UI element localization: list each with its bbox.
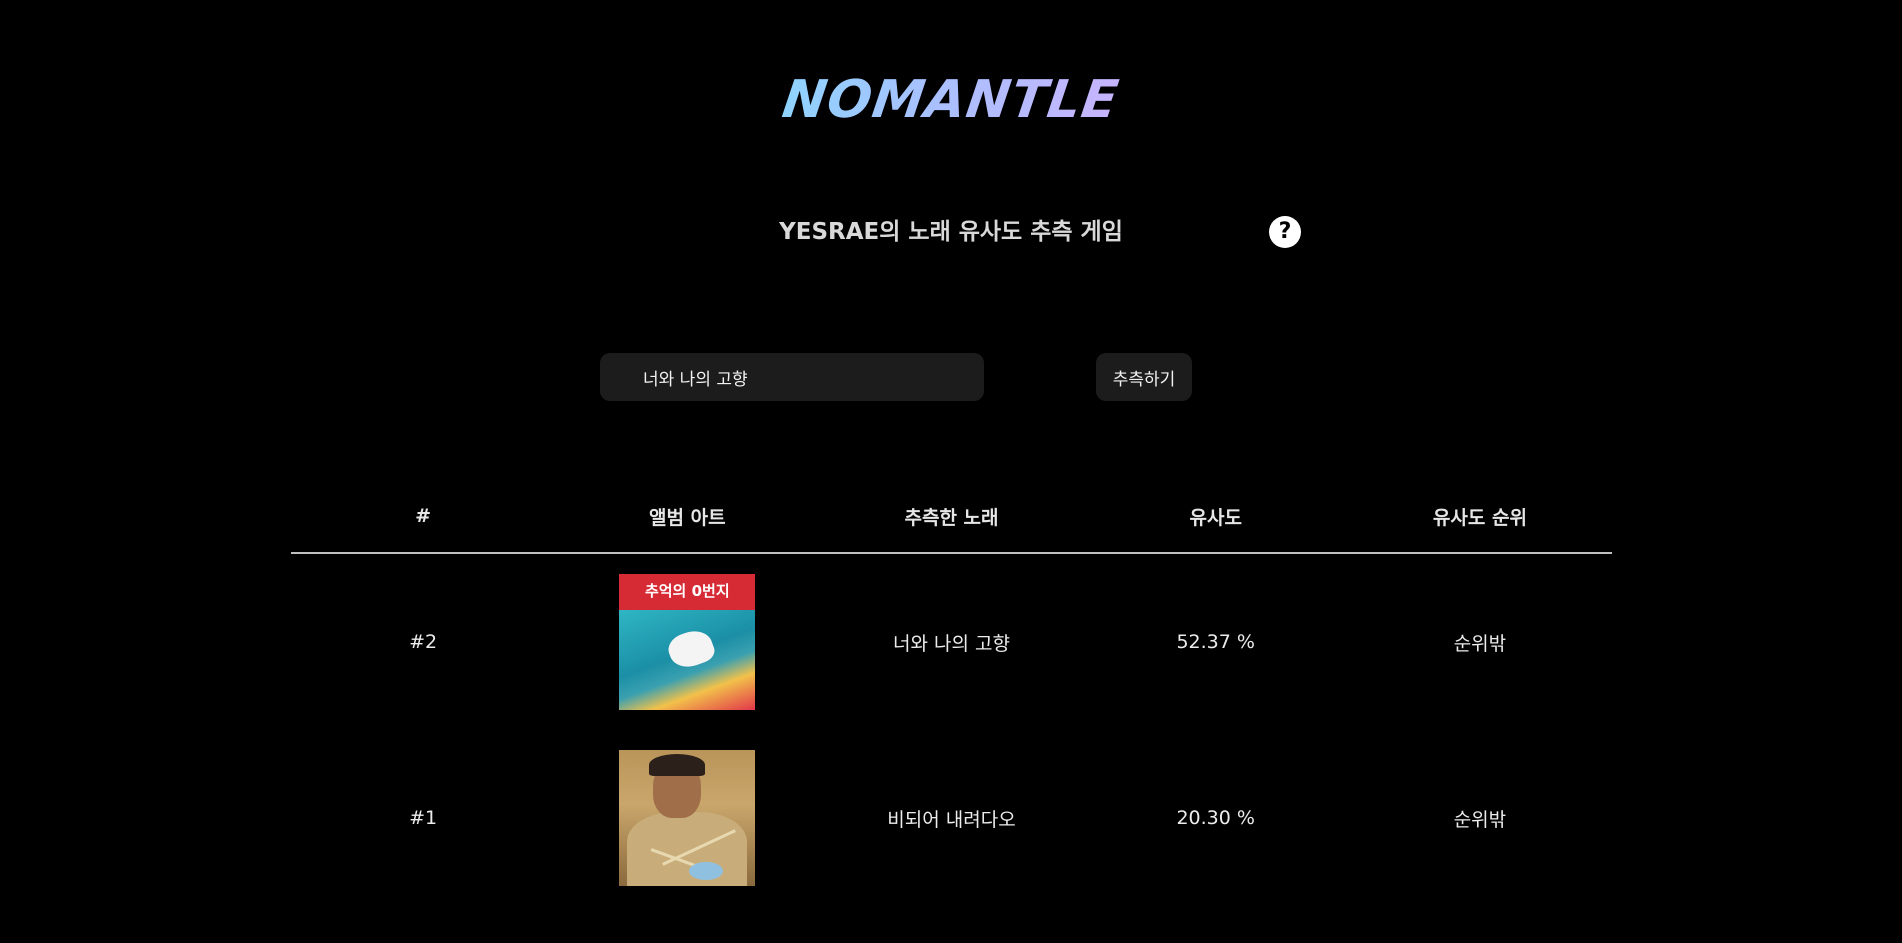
album-art-cell bbox=[555, 750, 819, 886]
table-row: #1 비되어 내려다오 20.30 % 순위밖 bbox=[291, 730, 1612, 906]
header-song: 추측한 노래 bbox=[904, 506, 999, 529]
row-similarity: 52.37 % bbox=[1176, 631, 1255, 653]
guess-button[interactable]: 추측하기 bbox=[1096, 353, 1192, 401]
row-rank: 순위밖 bbox=[1453, 808, 1507, 831]
album-art: 추억의 0번지 bbox=[619, 574, 756, 710]
header-number: # bbox=[415, 505, 432, 527]
guess-table: # 앨범 아트 추측한 노래 유사도 유사도 순위 #2 추억의 0번지 너와 … bbox=[291, 480, 1612, 906]
row-song: 너와 나의 고향 bbox=[893, 632, 1010, 655]
album-art-title: 추억의 0번지 bbox=[644, 582, 730, 600]
header-rank: 유사도 순위 bbox=[1432, 506, 1527, 529]
table-header: # 앨범 아트 추측한 노래 유사도 유사도 순위 bbox=[291, 480, 1612, 554]
row-number: #1 bbox=[409, 807, 438, 829]
album-art-cell: 추억의 0번지 bbox=[555, 574, 819, 710]
row-number: #2 bbox=[409, 631, 438, 653]
row-rank: 순위밖 bbox=[1453, 632, 1507, 655]
page: NOMANTLE YESRAE의 노래 유사도 추측 게임 ? 추측하기 # 앨… bbox=[0, 0, 1902, 943]
help-icon[interactable]: ? bbox=[1269, 216, 1301, 248]
logo-text: NOMANTLE bbox=[779, 70, 1123, 130]
logo: NOMANTLE bbox=[0, 70, 1902, 130]
album-art bbox=[619, 750, 756, 886]
page-subtitle: YESRAE의 노래 유사도 추측 게임 bbox=[779, 219, 1123, 245]
guess-input[interactable] bbox=[600, 353, 984, 401]
row-song: 비되어 내려다오 bbox=[887, 808, 1016, 831]
table-row: #2 추억의 0번지 너와 나의 고향 52.37 % 순위밖 bbox=[291, 554, 1612, 730]
header-similarity: 유사도 bbox=[1189, 506, 1242, 529]
header-album-art: 앨범 아트 bbox=[649, 506, 726, 529]
row-similarity: 20.30 % bbox=[1176, 807, 1255, 829]
